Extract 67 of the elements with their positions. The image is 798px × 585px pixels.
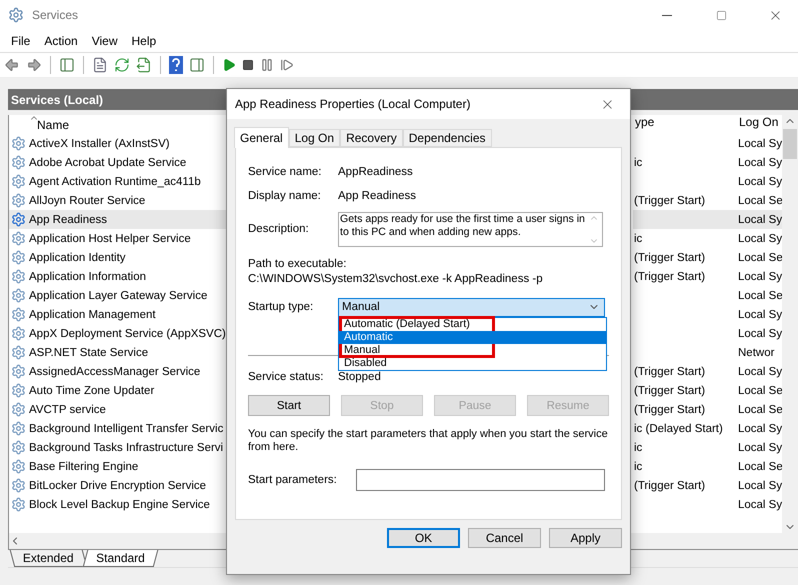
field-label: Path to executable: bbox=[248, 258, 348, 270]
log-on-as: Local Sy bbox=[737, 328, 782, 340]
startup-type: ic bbox=[633, 442, 642, 454]
log-on-as: Networ bbox=[737, 346, 774, 358]
log-on-as: Local Se bbox=[737, 384, 782, 396]
log-on-as: Local Se bbox=[737, 252, 782, 264]
service-name: BitLocker Drive Encryption Service bbox=[29, 480, 206, 492]
hint-text: You can specify the start parameters that apply when you start the service from here. bbox=[248, 428, 609, 454]
service-name: Base Filtering Engine bbox=[29, 460, 138, 472]
status-value: Stopped bbox=[338, 371, 381, 383]
window-title: Services bbox=[32, 8, 80, 22]
log-on-as: Local Sy bbox=[737, 308, 782, 320]
service-name: Background Intelligent Transfer Servic bbox=[29, 422, 224, 434]
service-name: AppX Deployment Service (AppXSVC) bbox=[29, 328, 226, 340]
field-label: Start parameters: bbox=[248, 474, 338, 486]
startup-type: (Trigger Start) bbox=[633, 252, 706, 264]
log-on-as: Local Se bbox=[737, 194, 782, 206]
service-name: Agent Activation Runtime_ac411b bbox=[29, 176, 201, 188]
log-on-as: Local Se bbox=[737, 404, 782, 416]
service-name: App Readiness bbox=[29, 214, 107, 226]
service-name: Application Management bbox=[29, 308, 156, 320]
startup-type: (Trigger Start) bbox=[633, 404, 706, 416]
log-on-as: Local Se bbox=[737, 290, 782, 302]
field-label: Description: bbox=[248, 223, 310, 235]
log-on-as: Local Sy bbox=[737, 232, 782, 244]
startup-type: ic bbox=[633, 460, 642, 472]
field-value: App Readiness bbox=[338, 190, 416, 202]
startup-type: ic bbox=[633, 232, 642, 244]
startup-type: ic bbox=[633, 156, 642, 168]
startup-type: (Trigger Start) bbox=[633, 194, 706, 206]
service-name: AssignedAccessManager Service bbox=[29, 366, 200, 378]
startup-type: (Trigger Start) bbox=[633, 270, 706, 282]
description-text: Gets apps ready for use the first time a user signs in to this PC and when adding new apps. bbox=[339, 212, 586, 240]
startup-type: (Trigger Start) bbox=[633, 480, 706, 492]
service-name: AllJoyn Router Service bbox=[29, 194, 146, 206]
log-on-as: Local Sy bbox=[737, 270, 782, 282]
field-label: Service status: bbox=[248, 371, 324, 383]
service-name: Background Tasks Infrastructure Servi bbox=[29, 442, 224, 454]
log-on-as: Local Sy bbox=[737, 442, 782, 454]
log-on-as: Local Se bbox=[737, 460, 782, 472]
dialog-title: App Readiness Properties (Local Computer) bbox=[235, 97, 472, 111]
service-name: Block Level Backup Engine Service bbox=[29, 498, 210, 510]
field-label: Display name: bbox=[248, 190, 322, 202]
field-label: Startup type: bbox=[248, 301, 314, 313]
service-name: AVCTP service bbox=[29, 404, 106, 416]
service-name: Auto Time Zone Updater bbox=[29, 384, 154, 396]
startup-type: (Trigger Start) bbox=[633, 366, 706, 378]
service-name: Adobe Acrobat Update Service bbox=[29, 156, 186, 168]
log-on-as: Local Sy bbox=[737, 156, 782, 168]
path-value: C:\WINDOWS\System32\svchost.exe -k AppReadiness -p bbox=[248, 273, 544, 285]
field-value: AppReadiness bbox=[338, 166, 413, 178]
field-label: Service name: bbox=[248, 166, 323, 178]
log-on-as: Local Sy bbox=[737, 422, 782, 434]
log-on-as: Local Sy bbox=[737, 214, 782, 226]
service-name: ActiveX Installer (AxInstSV) bbox=[29, 138, 170, 150]
log-on-as: Local Sy bbox=[737, 480, 782, 492]
log-on-as: Local Sy bbox=[737, 176, 782, 188]
startup-type: ic (Delayed Start) bbox=[633, 422, 723, 434]
log-on-as: Local Sy bbox=[737, 498, 782, 510]
log-on-as: Local Sy bbox=[737, 138, 782, 150]
service-name: Application Layer Gateway Service bbox=[29, 290, 208, 302]
service-name: Application Identity bbox=[29, 252, 126, 264]
service-name: Application Information bbox=[29, 270, 146, 282]
service-name: ASP.NET State Service bbox=[29, 346, 148, 358]
startup-type: (Trigger Start) bbox=[633, 384, 706, 396]
service-name: Application Host Helper Service bbox=[29, 232, 191, 244]
log-on-as: Local Sy bbox=[737, 366, 782, 378]
